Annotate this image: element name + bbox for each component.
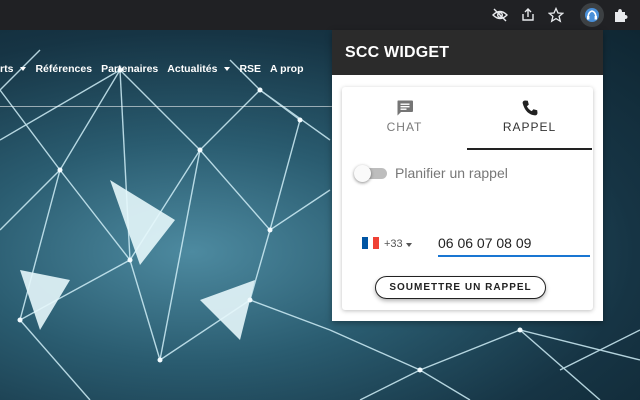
submit-callback-button[interactable]: SOUMETTRE UN RAPPEL (375, 276, 546, 299)
nav-item-actualites[interactable]: Actualités (167, 63, 231, 75)
schedule-toggle-row: Planifier un rappel (354, 165, 508, 182)
schedule-toggle-switch[interactable] (354, 165, 387, 182)
widget-tabs: CHAT RAPPEL (342, 87, 593, 150)
chat-icon (397, 100, 413, 116)
nav-item-references[interactable]: Références (35, 63, 92, 75)
phone-icon (522, 100, 537, 116)
country-dial-code[interactable]: +33 (384, 238, 403, 250)
nav-item-rse[interactable]: RSE (239, 63, 261, 75)
nav-item-partenaires[interactable]: Partenaires (101, 63, 158, 75)
nav-divider (0, 106, 332, 107)
nav-item-a-propos[interactable]: A prop (270, 63, 303, 75)
tab-chat[interactable]: CHAT (342, 87, 467, 150)
schedule-toggle-label: Planifier un rappel (395, 165, 508, 181)
nav-item-services[interactable]: rts (0, 63, 27, 75)
browser-toolbar (0, 0, 640, 30)
star-icon[interactable] (546, 5, 566, 25)
eye-off-icon[interactable] (490, 5, 510, 25)
tab-rappel-label: RAPPEL (502, 120, 557, 134)
chevron-down-icon (224, 67, 231, 71)
chevron-down-icon (20, 67, 27, 71)
switch-knob (354, 165, 371, 182)
widget-card: CHAT RAPPEL Planifier un rappel +33 06 0… (342, 87, 593, 310)
puzzle-icon[interactable] (610, 5, 630, 25)
scc-widget-popup: SCC WIDGET CHAT RAPPEL Planifier un rapp… (332, 30, 603, 321)
phone-number-input[interactable] (438, 233, 590, 257)
widget-title: SCC WIDGET (332, 30, 603, 75)
active-tab-indicator (467, 148, 592, 150)
extension-active-icon[interactable] (580, 3, 604, 27)
tab-chat-label: CHAT (386, 120, 423, 134)
chevron-down-icon[interactable] (406, 243, 412, 247)
tab-rappel[interactable]: RAPPEL (467, 87, 592, 150)
share-icon[interactable] (518, 5, 538, 25)
fr-flag-icon[interactable] (362, 237, 380, 249)
phone-row: +33 (362, 233, 590, 257)
site-navigation: rts Références Partenaires Actualités RS… (0, 56, 313, 82)
